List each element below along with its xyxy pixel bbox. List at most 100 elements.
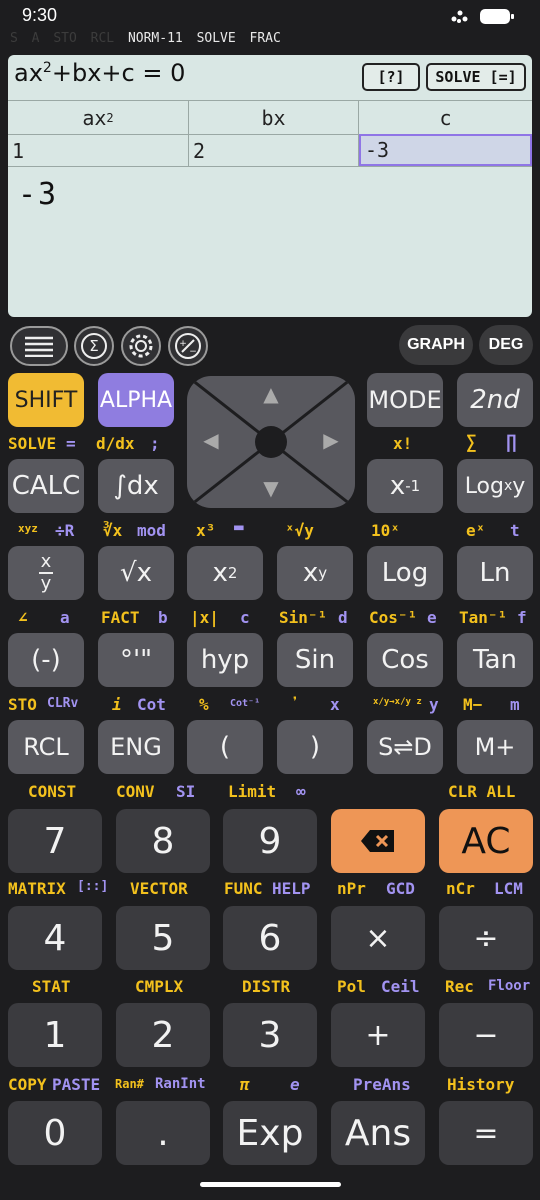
second-key[interactable]: 2nd xyxy=(457,373,533,427)
label-pol: Pol xyxy=(337,977,366,996)
calc-key[interactable]: CALC xyxy=(8,459,84,513)
s-d-key[interactable]: S⇌D xyxy=(367,720,443,774)
label-si: SI xyxy=(176,782,196,801)
solve-button[interactable]: SOLVE [=] xyxy=(426,63,526,91)
svg-text:−: − xyxy=(189,347,197,357)
ln-key[interactable]: Ln xyxy=(457,546,533,600)
label-10x: 10ˣ xyxy=(371,521,400,540)
label-divr: ÷R xyxy=(55,521,75,540)
digit-8-key[interactable]: 8 xyxy=(116,809,210,873)
backspace-key[interactable] xyxy=(331,809,425,873)
label-cot: Cot xyxy=(137,695,166,714)
label-preans: PreAns xyxy=(353,1075,411,1094)
m-plus-key[interactable]: M+ xyxy=(457,720,533,774)
digit-6-key[interactable]: 6 xyxy=(223,906,317,970)
label-y: y xyxy=(429,695,439,714)
exp-key[interactable]: Exp xyxy=(223,1101,317,1165)
indicator-sto: STO xyxy=(53,31,77,46)
logxy-key[interactable]: Log x y xyxy=(457,459,533,513)
digit-9-key[interactable]: 9 xyxy=(223,809,317,873)
menu-button[interactable] xyxy=(10,326,68,366)
sin-key[interactable]: Sin xyxy=(277,633,353,687)
power-key[interactable]: xy xyxy=(277,546,353,600)
home-indicator[interactable] xyxy=(200,1182,341,1187)
tan-key[interactable]: Tan xyxy=(457,633,533,687)
label-vector: VECTOR xyxy=(130,879,188,898)
digit-3-key[interactable]: 3 xyxy=(223,1003,317,1067)
digit-2-key[interactable]: 2 xyxy=(116,1003,210,1067)
label-lcm: LCM xyxy=(494,879,523,898)
plus-key[interactable]: + xyxy=(331,1003,425,1067)
status-bar: 9:30 xyxy=(0,0,540,30)
up-arrow-icon[interactable]: ▲ xyxy=(257,382,285,410)
left-arrow-icon[interactable]: ◀ xyxy=(197,428,225,456)
label-help: HELP xyxy=(272,879,311,898)
indicator-row: S A STO RCL NORM-11 SOLVE FRAC xyxy=(10,31,287,46)
label-cbrt: ∛x xyxy=(103,521,123,540)
label-a: a xyxy=(60,608,70,627)
divide-key[interactable]: ÷ xyxy=(439,906,533,970)
label-npr: nPr xyxy=(337,879,366,898)
help-button[interactable]: [?] xyxy=(362,63,420,91)
graph-button[interactable]: GRAPH xyxy=(399,325,473,365)
battery-icon xyxy=(451,9,514,24)
alpha-key[interactable]: ALPHA xyxy=(98,373,174,427)
label-history: History xyxy=(447,1075,515,1094)
value-c-cell[interactable]: -3 xyxy=(359,134,532,166)
equation-title: ax2+bx+c = 0 xyxy=(14,59,186,87)
plus-minus-button[interactable]: + − xyxy=(168,326,208,366)
mode-key[interactable]: MODE xyxy=(367,373,443,427)
header-row: ax 2 bx c xyxy=(8,100,532,134)
eng-key[interactable]: ENG xyxy=(98,720,174,774)
right-arrow-icon[interactable]: ▶ xyxy=(317,428,345,456)
digit-7-key[interactable]: 7 xyxy=(8,809,102,873)
negative-key[interactable]: (-) xyxy=(8,633,84,687)
right-paren-key[interactable]: ) xyxy=(277,720,353,774)
label-xyconv: x/y→x/y z xyxy=(373,697,422,707)
settings-button[interactable] xyxy=(121,326,161,366)
digit-5-key[interactable]: 5 xyxy=(116,906,210,970)
digit-0-key[interactable]: 0 xyxy=(8,1101,102,1165)
digit-4-key[interactable]: 4 xyxy=(8,906,102,970)
ans-key[interactable]: Ans xyxy=(331,1101,425,1165)
label-frac-bar: ▬ xyxy=(234,517,244,536)
label-e-const: e xyxy=(290,1075,300,1094)
log-key[interactable]: Log xyxy=(367,546,443,600)
label-x3: x³ xyxy=(196,521,216,540)
label-abs: |x| xyxy=(190,608,219,627)
value-b-cell[interactable]: 2 xyxy=(189,134,359,166)
shift-key[interactable]: SHIFT xyxy=(8,373,84,427)
ac-key[interactable]: AC xyxy=(439,809,533,873)
decimal-key[interactable]: . xyxy=(116,1101,210,1165)
square-key[interactable]: x2 xyxy=(187,546,263,600)
sigma-icon: Σ xyxy=(81,333,107,359)
label-colon: ; xyxy=(150,434,160,453)
label-stat: STAT xyxy=(32,977,71,996)
header-b: bx xyxy=(189,100,359,134)
label-comma: ❜ xyxy=(290,693,300,712)
deg-button[interactable]: DEG xyxy=(479,325,533,365)
sqrt-key[interactable]: √x xyxy=(98,546,174,600)
fraction-key[interactable]: xy xyxy=(8,546,84,600)
left-paren-key[interactable]: ( xyxy=(187,720,263,774)
cos-key[interactable]: Cos xyxy=(367,633,443,687)
minus-key[interactable]: − xyxy=(439,1003,533,1067)
multiply-key[interactable]: × xyxy=(331,906,425,970)
label-ceil: Ceil xyxy=(381,977,420,996)
label-acos: Cos⁻¹ xyxy=(369,608,418,627)
menu-icon xyxy=(25,336,53,357)
dms-key[interactable]: °'" xyxy=(98,633,174,687)
sigma-button[interactable]: Σ xyxy=(74,326,114,366)
integral-key[interactable]: ∫dx xyxy=(98,459,174,513)
hyp-key[interactable]: hyp xyxy=(187,633,263,687)
label-mminus: M− xyxy=(463,695,483,714)
header-a: ax 2 xyxy=(8,100,189,134)
down-arrow-icon[interactable]: ▼ xyxy=(257,476,285,504)
indicator-s: S xyxy=(10,31,18,46)
equals-key[interactable]: = xyxy=(439,1101,533,1165)
rcl-key[interactable]: RCL xyxy=(8,720,84,774)
inverse-key[interactable]: x -1 xyxy=(367,459,443,513)
value-a-cell[interactable]: 1 xyxy=(8,134,189,166)
digit-1-key[interactable]: 1 xyxy=(8,1003,102,1067)
label-pi: π xyxy=(240,1075,250,1094)
